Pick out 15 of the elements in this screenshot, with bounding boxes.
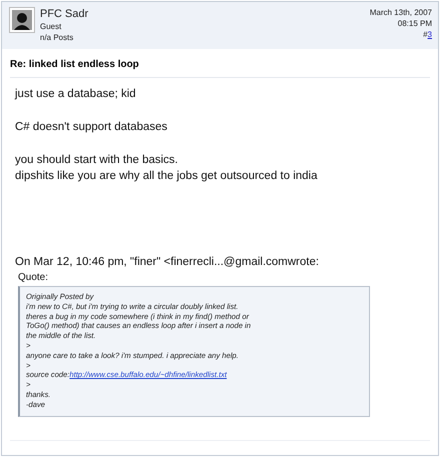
post-number-link[interactable]: 3 [428, 30, 432, 39]
post-number: #3 [423, 29, 432, 40]
avatar-icon [9, 7, 35, 33]
username[interactable]: PFC Sadr [40, 7, 365, 21]
post-text: you should start with the basics. [15, 153, 178, 168]
quote-label: Quote: [18, 271, 48, 284]
post-title: Re: linked list endless loop [10, 59, 430, 78]
post-date: March 13th, 2007 [370, 7, 432, 18]
user-role: Guest [40, 21, 62, 32]
post-time: 08:15 PM [398, 18, 432, 29]
post-text: C# doesn't support databases [15, 120, 168, 135]
post-count: n/a Posts [40, 32, 74, 43]
post-text: dipshits like you are why all the jobs get outsourced to india [15, 169, 318, 184]
post-text: On Mar 12, 10:46 pm, "finer" <finerrecli...@gmail.comwrote: [15, 255, 319, 270]
post-text: just use a database; kid [15, 87, 136, 102]
